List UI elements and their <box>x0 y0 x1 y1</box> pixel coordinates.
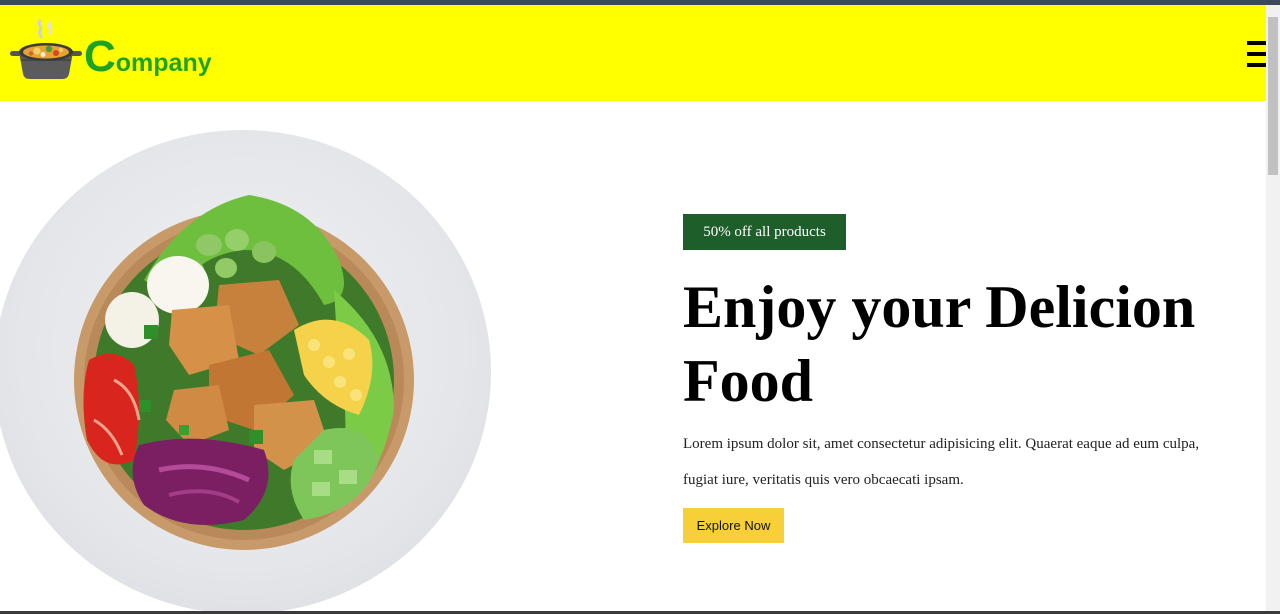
hamburger-menu-icon[interactable] <box>1247 39 1267 69</box>
logo-first-letter: C <box>84 32 116 81</box>
scrollbar-thumb[interactable] <box>1268 17 1278 175</box>
promo-badge: 50% off all products <box>683 214 846 250</box>
salad-bowl-image <box>0 130 491 614</box>
cooking-pot-icon <box>10 19 82 79</box>
hero-description: Lorem ipsum dolor sit, amet consectetur … <box>683 436 1200 488</box>
site-header: Company <box>0 5 1267 101</box>
explore-now-button[interactable]: Explore Now <box>683 508 784 543</box>
salad-bowl-illustration <box>74 195 414 550</box>
logo-rest-text: ompany <box>115 49 212 77</box>
hero-title: Enjoy your Delicion Food <box>683 274 1196 414</box>
company-logo[interactable]: Company <box>10 19 212 81</box>
page-scrollbar[interactable] <box>1266 5 1280 611</box>
logo-text: Company <box>84 35 212 79</box>
